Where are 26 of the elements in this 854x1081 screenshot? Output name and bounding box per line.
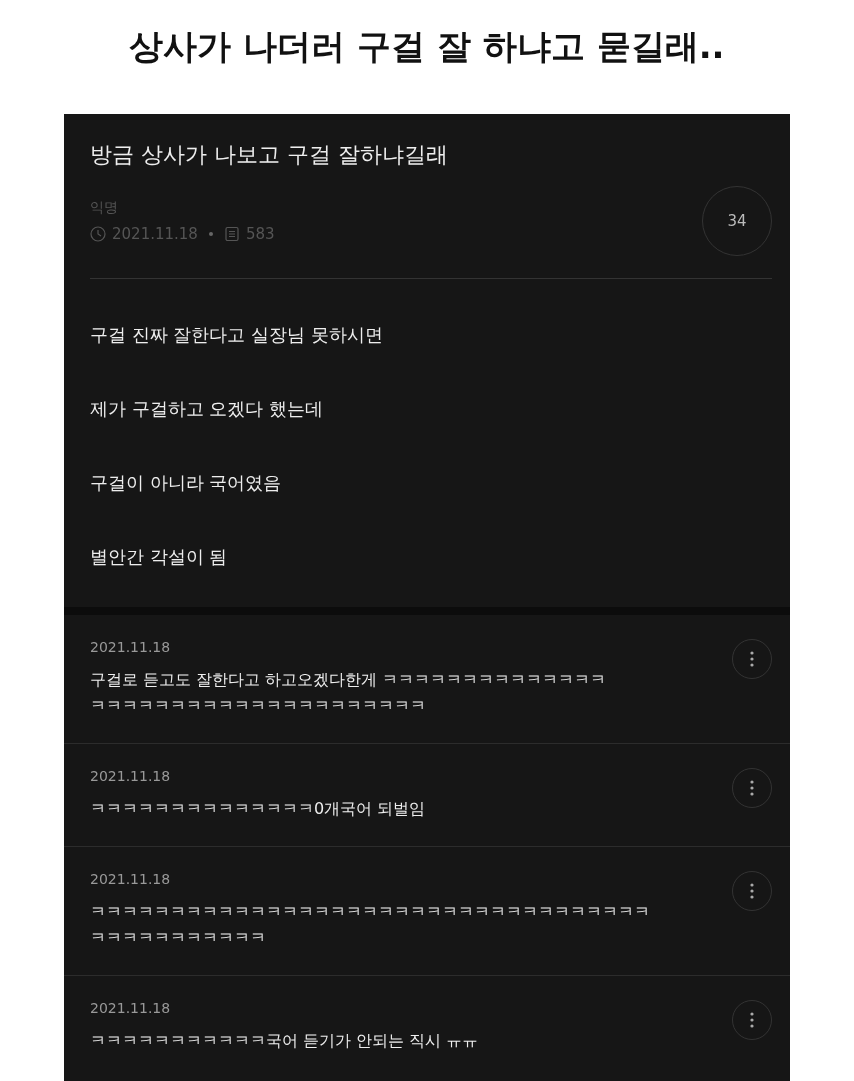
author-name: 익명 — [90, 199, 119, 217]
comment-date: 2021.11.18 — [90, 768, 172, 784]
comment-text: ㅋㅋㅋㅋㅋㅋㅋㅋㅋㅋㅋㅋㅋㅋㅋㅋㅋㅋㅋㅋㅋ — [90, 695, 427, 717]
comment-text: ㅋㅋㅋㅋㅋㅋㅋㅋㅋㅋㅋㅋㅋㅋ0개국어 되벌임 — [90, 798, 426, 820]
more-vertical-icon — [750, 780, 754, 796]
post-paragraph: 제가 구걸하고 오겠다 했는데 — [90, 397, 325, 421]
more-vertical-icon — [750, 883, 754, 899]
comment-date: 2021.11.18 — [90, 871, 172, 887]
more-vertical-icon — [750, 1012, 754, 1028]
comment-text: ㅋㅋㅋㅋㅋㅋㅋㅋㅋㅋㅋㅋㅋㅋㅋㅋㅋㅋㅋㅋㅋㅋㅋㅋㅋㅋㅋㅋㅋㅋㅋㅋㅋㅋㅋ — [90, 901, 650, 923]
comment-text: 구걸로 듣고도 잘한다고 하고오겠다한게 ㅋㅋㅋㅋㅋㅋㅋㅋㅋㅋㅋㅋㅋㅋ — [90, 669, 607, 691]
post-title: 방금 상사가 나보고 구걸 잘하냐길래 — [90, 141, 449, 169]
view-count: 583 — [245, 225, 275, 243]
post-date: 2021.11.18 — [112, 225, 198, 243]
clock-icon — [90, 226, 106, 242]
comment-text: ㅋㅋㅋㅋㅋㅋㅋㅋㅋㅋㅋ국어 듣기가 안되는 직시 ㅠㅠ — [90, 1030, 479, 1052]
document-icon — [223, 226, 240, 242]
more-vertical-icon — [750, 651, 754, 667]
separator-dot — [208, 232, 213, 236]
comment-date: 2021.11.18 — [90, 639, 172, 655]
comment-text: ㅋㅋㅋㅋㅋㅋㅋㅋㅋㅋㅋ — [90, 927, 267, 949]
comment-date: 2021.11.18 — [90, 1000, 172, 1016]
post-paragraph: 별안간 각설이 됨 — [90, 545, 229, 569]
headline: 상사가 나더러 구걸 잘 하냐고 묻길래.. — [129, 25, 725, 68]
post-paragraph: 구걸 진짜 잘한다고 실장님 못하시면 — [90, 323, 384, 347]
post-paragraph: 구걸이 아니라 국어였음 — [90, 471, 283, 495]
